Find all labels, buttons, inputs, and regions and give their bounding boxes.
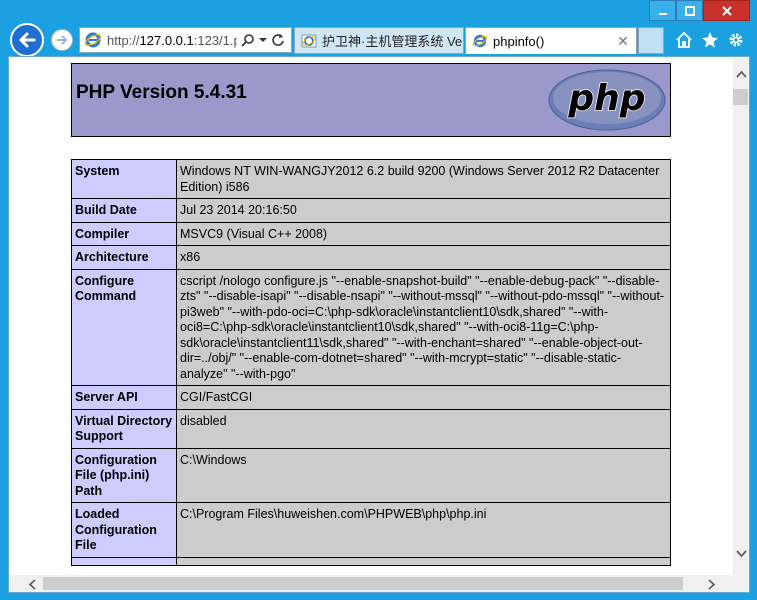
dropdown-icon[interactable] bbox=[259, 36, 267, 44]
tab-close-icon[interactable]: ✕ bbox=[614, 33, 632, 50]
star-icon bbox=[702, 32, 718, 48]
info-value: cscript /nologo configure.js "--enable-s… bbox=[176, 268, 671, 386]
address-text[interactable]: http://127.0.0.1:123/1.p bbox=[107, 33, 237, 48]
info-value bbox=[176, 556, 671, 566]
info-value: Jul 23 2014 20:16:50 bbox=[176, 198, 671, 223]
info-key bbox=[71, 556, 177, 566]
forward-button[interactable] bbox=[51, 29, 73, 51]
info-value: disabled bbox=[176, 408, 671, 449]
tab-label: 护卫神·主机管理系统 Ver... bbox=[322, 34, 463, 49]
info-value: x86 bbox=[176, 245, 671, 270]
back-button[interactable] bbox=[10, 23, 44, 57]
scroll-right-icon[interactable] bbox=[703, 576, 720, 592]
caption-buttons bbox=[649, 0, 750, 21]
scroll-left-icon[interactable] bbox=[23, 576, 40, 592]
table-row: Build Date Jul 23 2014 20:16:50 bbox=[71, 198, 671, 223]
info-key: Configure Command bbox=[71, 268, 177, 386]
info-table: System Windows NT WIN-WANGJY2012 6.2 buil… bbox=[71, 159, 671, 566]
minimize-icon bbox=[658, 12, 667, 15]
content-area: PHP Version 5.4.31 php System Windows NT … bbox=[8, 56, 750, 593]
info-value: Windows NT WIN-WANGJY2012 6.2 build 9200… bbox=[176, 159, 671, 199]
scroll-up-icon[interactable] bbox=[733, 65, 749, 82]
table-row: Compiler MSVC9 (Visual C++ 2008) bbox=[71, 221, 671, 246]
info-value: CGI/FastCGI bbox=[176, 385, 671, 410]
info-key: Build Date bbox=[71, 198, 177, 223]
table-row: Server API CGI/FastCGI bbox=[71, 385, 671, 410]
info-key: Virtual Directory Support bbox=[71, 408, 177, 449]
info-key: Loaded Configuration File bbox=[71, 502, 177, 558]
address-bar[interactable]: http://127.0.0.1:123/1.p bbox=[79, 27, 292, 53]
info-value: C:\Program Files\huweishen.com\PHPWEB\ph… bbox=[176, 502, 671, 558]
info-value: C:\Windows bbox=[176, 447, 671, 503]
gear-icon bbox=[729, 33, 743, 47]
tab-huweishen[interactable]: 护卫神·主机管理系统 Ver... bbox=[294, 27, 464, 54]
new-tab-button[interactable] bbox=[638, 27, 664, 54]
php-logo: php bbox=[548, 69, 666, 131]
browser-window: http://127.0.0.1:123/1.p 护卫神·主机管理系统 Ver.… bbox=[0, 0, 757, 600]
maximize-button[interactable] bbox=[676, 0, 703, 21]
vertical-scroll-thumb[interactable] bbox=[733, 89, 748, 105]
table-row: Loaded Configuration File C:\Program File… bbox=[71, 502, 671, 558]
page-title: PHP Version 5.4.31 bbox=[76, 82, 247, 103]
table-row: Architecture x86 bbox=[71, 245, 671, 270]
ie-page-icon bbox=[301, 34, 317, 47]
table-row: Configure Command cscript /nologo configu… bbox=[71, 268, 671, 386]
info-key: Server API bbox=[71, 385, 177, 410]
table-row: Virtual Directory Support disabled bbox=[71, 408, 671, 449]
arrow-right-icon bbox=[57, 35, 68, 45]
toolbar: http://127.0.0.1:123/1.p 护卫神·主机管理系统 Ver.… bbox=[0, 22, 757, 57]
php-header: PHP Version 5.4.31 php bbox=[71, 63, 671, 137]
favorites-button[interactable] bbox=[700, 30, 720, 50]
scrollbar-corner bbox=[733, 575, 749, 592]
minimize-button[interactable] bbox=[649, 0, 676, 21]
maximize-icon bbox=[684, 5, 695, 16]
close-icon bbox=[721, 5, 732, 16]
table-row: Configuration File (php.ini) Path C:\Wind… bbox=[71, 447, 671, 503]
vertical-scrollbar[interactable] bbox=[733, 57, 749, 575]
tab-label: phpinfo() bbox=[493, 33, 545, 49]
tab-phpinfo[interactable]: phpinfo() ✕ bbox=[465, 27, 637, 54]
info-value: MSVC9 (Visual C++ 2008) bbox=[176, 221, 671, 246]
info-key: System bbox=[71, 159, 177, 199]
close-button[interactable] bbox=[703, 0, 750, 21]
search-icon[interactable] bbox=[241, 33, 255, 47]
ie-icon bbox=[84, 32, 102, 48]
ie-page-icon bbox=[472, 34, 488, 48]
home-button[interactable] bbox=[674, 30, 694, 50]
refresh-icon[interactable] bbox=[271, 33, 285, 47]
arrow-left-icon bbox=[19, 32, 36, 48]
page: PHP Version 5.4.31 php System Windows NT … bbox=[9, 57, 733, 575]
settings-button[interactable] bbox=[726, 30, 746, 50]
info-key: Compiler bbox=[71, 221, 177, 246]
info-key: Architecture bbox=[71, 245, 177, 270]
horizontal-scrollbar[interactable] bbox=[9, 575, 733, 592]
info-key: Configuration File (php.ini) Path bbox=[71, 447, 177, 503]
scroll-down-icon[interactable] bbox=[733, 545, 749, 562]
table-row bbox=[71, 556, 671, 566]
svg-text:php: php bbox=[567, 78, 645, 119]
table-row: System Windows NT WIN-WANGJY2012 6.2 buil… bbox=[71, 159, 671, 199]
horizontal-scroll-thumb[interactable] bbox=[43, 577, 683, 590]
home-icon bbox=[676, 31, 692, 48]
